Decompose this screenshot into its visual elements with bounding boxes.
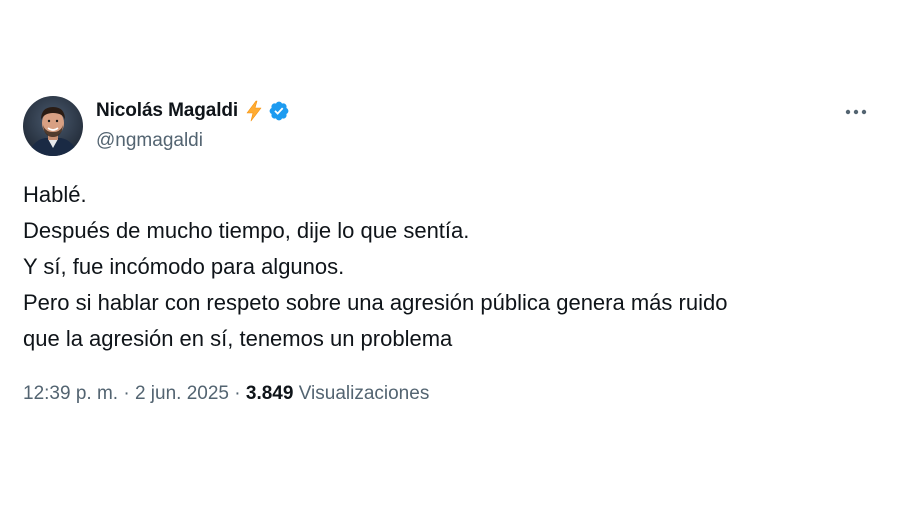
- tweet-date: 2 jun. 2025: [134, 383, 229, 404]
- avatar-photo: [23, 96, 83, 156]
- views-count: 3.849: [245, 383, 294, 404]
- tweet-timestamp-link[interactable]: 12:39 p. m. · 2 jun. 2025: [23, 383, 229, 404]
- tweet-card: Nicolás Magaldi @ngmagaldi Hablé. Despué…: [0, 0, 900, 505]
- tweet-line: que la agresión en sí, tenemos un proble…: [23, 326, 453, 351]
- verified-badge-icon[interactable]: [268, 100, 290, 122]
- avatar[interactable]: [23, 96, 83, 156]
- tweet-text: Hablé. Después de mucho tiempo, dije lo …: [23, 177, 883, 357]
- display-name[interactable]: Nicolás Magaldi: [96, 100, 238, 122]
- author-name-row: Nicolás Magaldi: [96, 99, 290, 123]
- tweet-line: Pero si hablar con respeto sobre una agr…: [23, 290, 728, 315]
- more-horizontal-icon: [845, 109, 867, 115]
- meta-separator: ·: [123, 383, 130, 404]
- tweet-line: Hablé.: [23, 182, 87, 207]
- lightning-bolt-icon: [244, 100, 264, 122]
- tweet-line: Y sí, fue incómodo para algunos.: [23, 254, 345, 279]
- meta-separator: ·: [234, 383, 241, 404]
- tweet-meta: 12:39 p. m. · 2 jun. 2025 · 3.849 Visual…: [23, 383, 429, 405]
- views-label: Visualizaciones: [298, 383, 430, 404]
- tweet-time: 12:39 p. m.: [23, 383, 119, 404]
- tweet-line: Después de mucho tiempo, dije lo que sen…: [23, 218, 470, 243]
- author-handle[interactable]: @ngmagaldi: [96, 130, 203, 152]
- more-options-button[interactable]: [838, 100, 874, 124]
